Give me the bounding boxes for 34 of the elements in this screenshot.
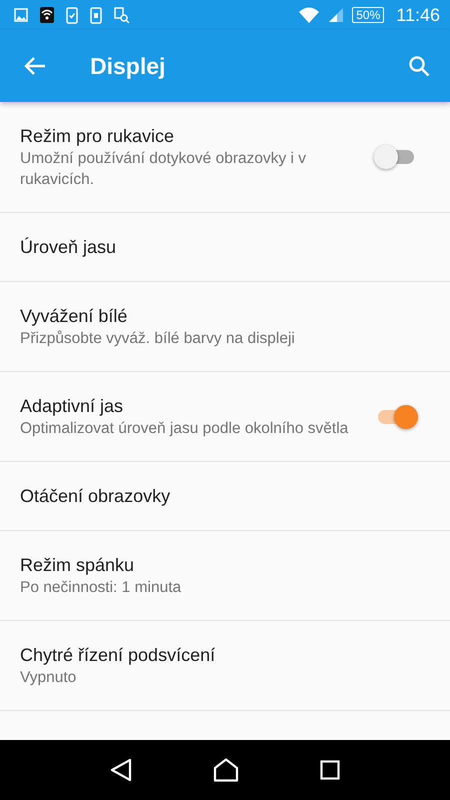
setting-row[interactable]: Režim spánku Po nečinnosti: 1 minuta xyxy=(0,531,450,621)
image-icon xyxy=(14,8,28,22)
setting-title: Režim pro rukavice xyxy=(20,125,176,148)
setting-title: Chytré řízení podsvícení xyxy=(20,644,216,667)
battery-level: 50% xyxy=(352,7,384,23)
setting-title: Režim spánku xyxy=(20,554,136,577)
setting-row[interactable]: Adaptivní jas Optimalizovat úroveň jasu podle okolního světla xyxy=(0,372,450,462)
setting-row[interactable]: Chytré řízení podsvícení Vypnuto xyxy=(0,621,450,711)
setting-title: Adaptivní jas xyxy=(20,395,124,418)
back-arrow-icon[interactable] xyxy=(24,56,46,76)
home-icon[interactable] xyxy=(212,758,239,782)
phone-icon xyxy=(90,6,102,24)
setting-row[interactable]: Vyvážení bílé Přizpůsobte vyváž. bílé barvy na displeji xyxy=(0,282,450,372)
phone-check-icon xyxy=(66,6,78,24)
setting-row[interactable]: Úroveň jasu xyxy=(0,213,450,282)
signal-icon xyxy=(328,7,344,23)
back-icon[interactable] xyxy=(110,758,132,782)
setting-summary: Umožní používání dotykové obrazovky i v rukavicích. xyxy=(20,149,308,190)
setting-row[interactable]: Režim pro rukavice Umožní používání dotykové obrazovky i v rukavicích. xyxy=(0,102,450,213)
clock: 11:46 xyxy=(396,4,440,26)
setting-summary: Přizpůsobte vyváž. bílé barvy na displeji xyxy=(20,329,296,349)
setting-title: Vyvážení bílé xyxy=(20,305,128,328)
setting-row[interactable]: Otáčení obrazovky xyxy=(0,462,450,531)
recents-icon[interactable] xyxy=(320,760,340,780)
setting-summary: Optimalizovat úroveň jasu podle okolního světla xyxy=(20,419,350,439)
search-icon[interactable] xyxy=(408,55,430,77)
device-search-icon xyxy=(114,7,130,23)
setting-title: Otáčení obrazovky xyxy=(20,485,172,508)
setting-summary: Po nečinnosti: 1 minuta xyxy=(20,578,182,598)
setting-summary: Vypnuto xyxy=(20,668,78,688)
screen-title: Displej xyxy=(90,52,166,80)
wifi-icon xyxy=(298,6,320,24)
setting-title: Úroveň jasu xyxy=(20,236,118,259)
wifi-icon xyxy=(40,7,54,23)
